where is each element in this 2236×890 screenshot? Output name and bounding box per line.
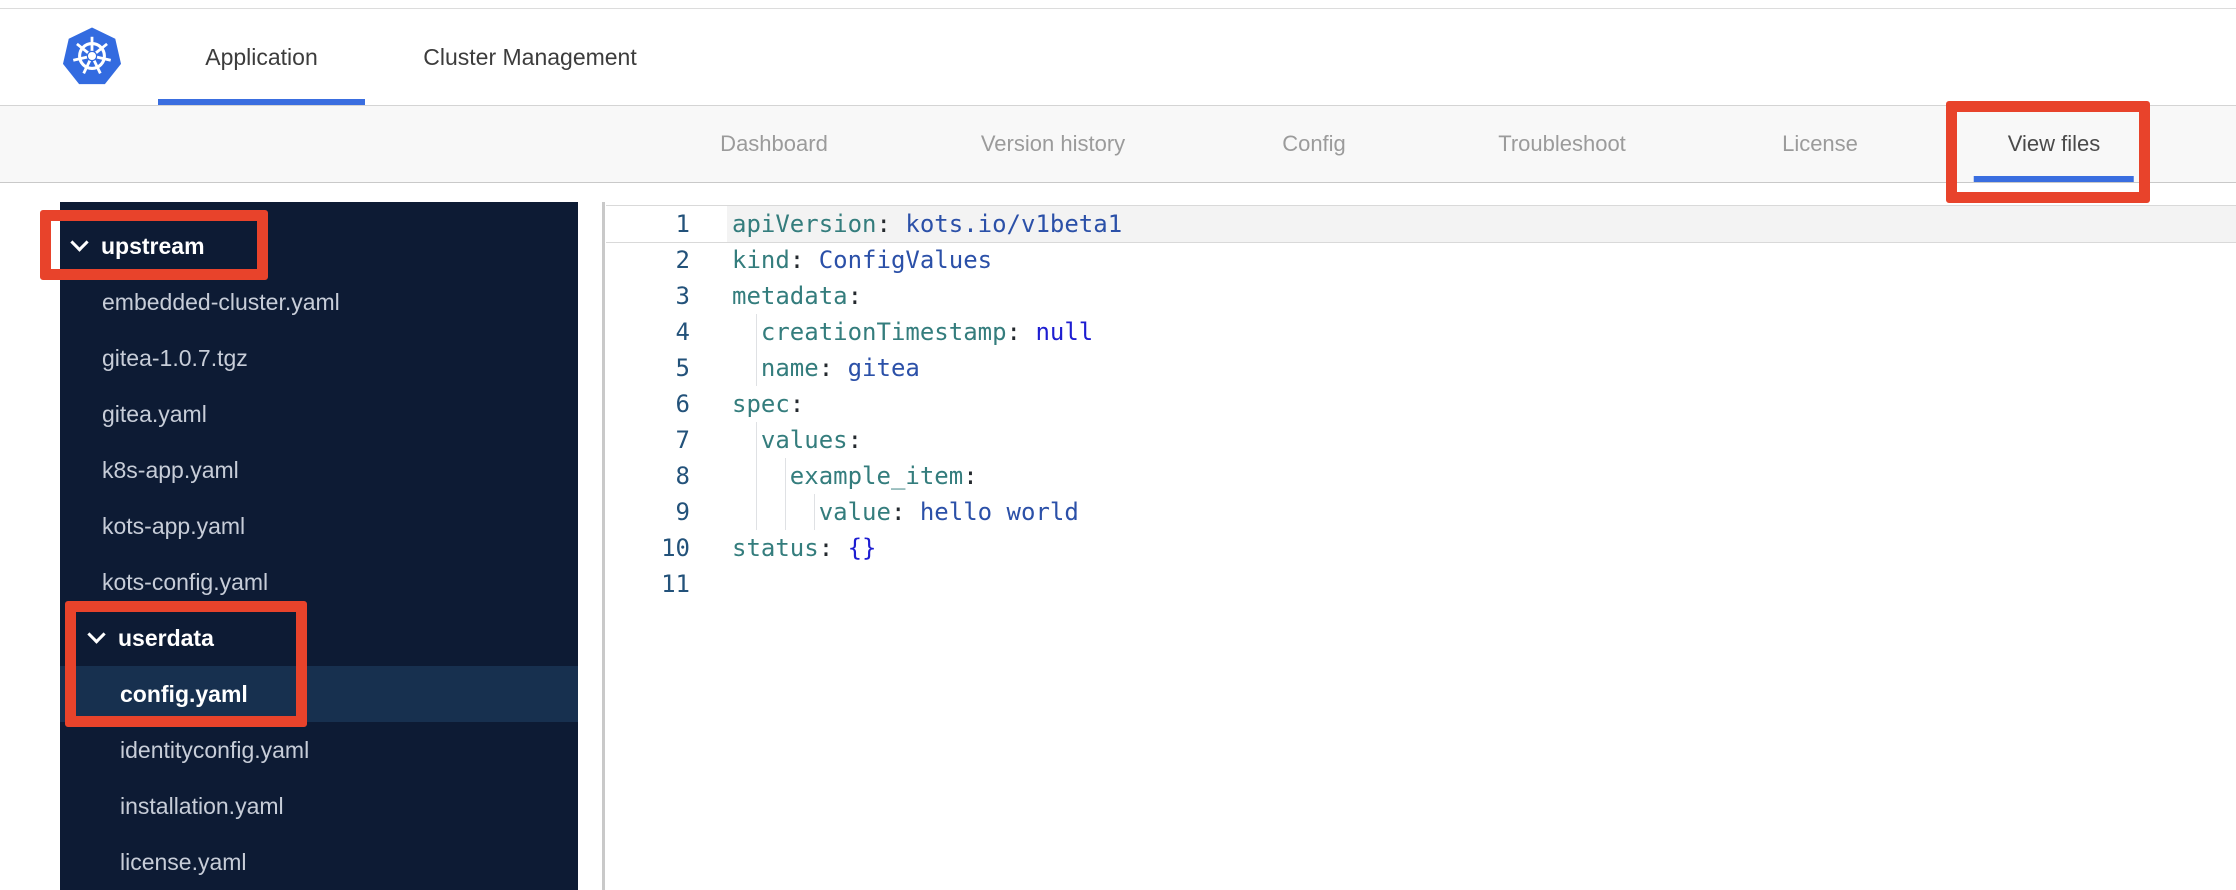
indent-guide [755,422,757,458]
subnav-tab-view-files[interactable]: View files [2008,106,2101,182]
tree-item-gitea-yaml[interactable]: gitea.yaml [60,386,578,442]
code-line-9[interactable]: 9 value: hello world [606,494,2236,530]
code-text: example_item: [789,462,978,490]
tab-application-label: Application [205,43,318,70]
subnav-tab-config[interactable]: Config [1282,106,1346,182]
app-header: Application Cluster Management [0,0,2236,106]
tree-item-kots-config-yaml[interactable]: kots-config.yaml [60,554,578,610]
tree-item-installation-yaml[interactable]: installation.yaml [60,778,578,834]
tree-item-label: k8s-app.yaml [102,456,239,483]
line-number: 10 [661,534,690,562]
subnav-tab-label: View files [2007,131,2101,156]
tree-item-label: kots-app.yaml [102,512,246,539]
code-line-11[interactable]: 11 [606,566,2236,602]
subnav-tab-label: Config [1282,131,1346,156]
code-text: apiVersion: kots.io/v1beta1 [732,210,1123,238]
tree-item-label: installation.yaml [120,792,284,819]
code-line-5[interactable]: 5 name: gitea [606,350,2236,386]
tree-item-userdata[interactable]: userdata [60,610,578,666]
tree-item-config-yaml[interactable]: config.yaml [60,666,578,722]
code-text: spec: [732,390,805,418]
indent-guide [813,494,815,530]
tree-item-label: kots-config.yaml [102,568,269,595]
line-number: 5 [675,354,690,382]
indent-guide [784,494,786,530]
tree-item-label: upstream [101,232,205,259]
tree-item-label: gitea-1.0.7.tgz [102,344,248,371]
indent-guide [755,314,757,350]
tree-item-license-yaml[interactable]: license.yaml [60,834,578,890]
tree-item-embedded-cluster-yaml[interactable]: embedded-cluster.yaml [60,274,578,330]
line-number: 1 [675,210,690,238]
tab-application[interactable]: Application [158,9,365,105]
code-editor[interactable]: 1 apiVersion: kots.io/v1beta1 2 kind: Confi… [606,202,2236,890]
code-line-1[interactable]: 1 apiVersion: kots.io/v1beta1 [606,206,2236,242]
code-line-4[interactable]: 4 creationTimestamp: null [606,314,2236,350]
tree-item-label: embedded-cluster.yaml [102,288,340,315]
file-tree-sidebar: upstream embedded-cluster.yaml gitea-1.0.7… [60,202,578,890]
code-line-7[interactable]: 7 values: [606,422,2236,458]
subnav-tab-label: Troubleshoot [1498,131,1626,156]
indent-guide [784,458,786,494]
tab-cluster-management-label: Cluster Management [423,43,637,70]
chevron-down-icon [70,233,89,252]
line-number: 11 [661,570,690,598]
indent-guide [755,458,757,494]
code-line-6[interactable]: 6 spec: [606,386,2236,422]
tree-item-kots-app-yaml[interactable]: kots-app.yaml [60,498,578,554]
subnav-tab-dashboard[interactable]: Dashboard [720,106,828,182]
kots-admin-console: Application Cluster Management Dashboard… [0,0,2236,890]
subnav-tab-troubleshoot[interactable]: Troubleshoot [1498,106,1626,182]
tree-item-upstream[interactable]: upstream [60,218,578,274]
code-line-3[interactable]: 3 metadata: [606,278,2236,314]
indent-guide [755,494,757,530]
code-text: creationTimestamp: null [760,318,1094,346]
tree-item-label: gitea.yaml [102,400,207,427]
code-text: name: gitea [760,354,920,382]
tree-item-label: license.yaml [120,848,247,875]
line-number: 4 [675,318,690,346]
subnav: Dashboard Version history Config Troublesho… [0,106,2236,183]
indent-guide [755,350,757,386]
chevron-down-icon [87,625,106,644]
tree-item-label: userdata [118,624,214,651]
code-line-2[interactable]: 2 kind: ConfigValues [606,242,2236,278]
tab-cluster-management[interactable]: Cluster Management [375,9,685,105]
code-line-10[interactable]: 10 status: {} [606,530,2236,566]
line-number: 3 [675,282,690,310]
tree-item-gitea-1-0-7-tgz[interactable]: gitea-1.0.7.tgz [60,330,578,386]
code-text: metadata: [732,282,863,310]
subnav-tab-version-history[interactable]: Version history [981,106,1125,182]
line-number: 9 [675,498,690,526]
line-number: 2 [675,246,690,274]
line-number: 7 [675,426,690,454]
sidebar-resize-handle[interactable] [602,202,605,890]
line-number: 8 [675,462,690,490]
code-text: status: {} [732,534,877,562]
tree-item-label: config.yaml [120,680,248,707]
tree-item-k8s-app-yaml[interactable]: k8s-app.yaml [60,442,578,498]
tree-item-identityconfig-yaml[interactable]: identityconfig.yaml [60,722,578,778]
line-number: 6 [675,390,690,418]
code-line-8[interactable]: 8 example_item: [606,458,2236,494]
subnav-tab-label: License [1782,131,1858,156]
subnav-tab-label: Dashboard [720,131,828,156]
kubernetes-logo [62,27,122,85]
tree-item-label: identityconfig.yaml [120,736,310,763]
subnav-tab-license[interactable]: License [1782,106,1858,182]
code-text: kind: ConfigValues [732,246,993,274]
code-text: values: [760,426,863,454]
subnav-tab-label: Version history [980,131,1126,156]
